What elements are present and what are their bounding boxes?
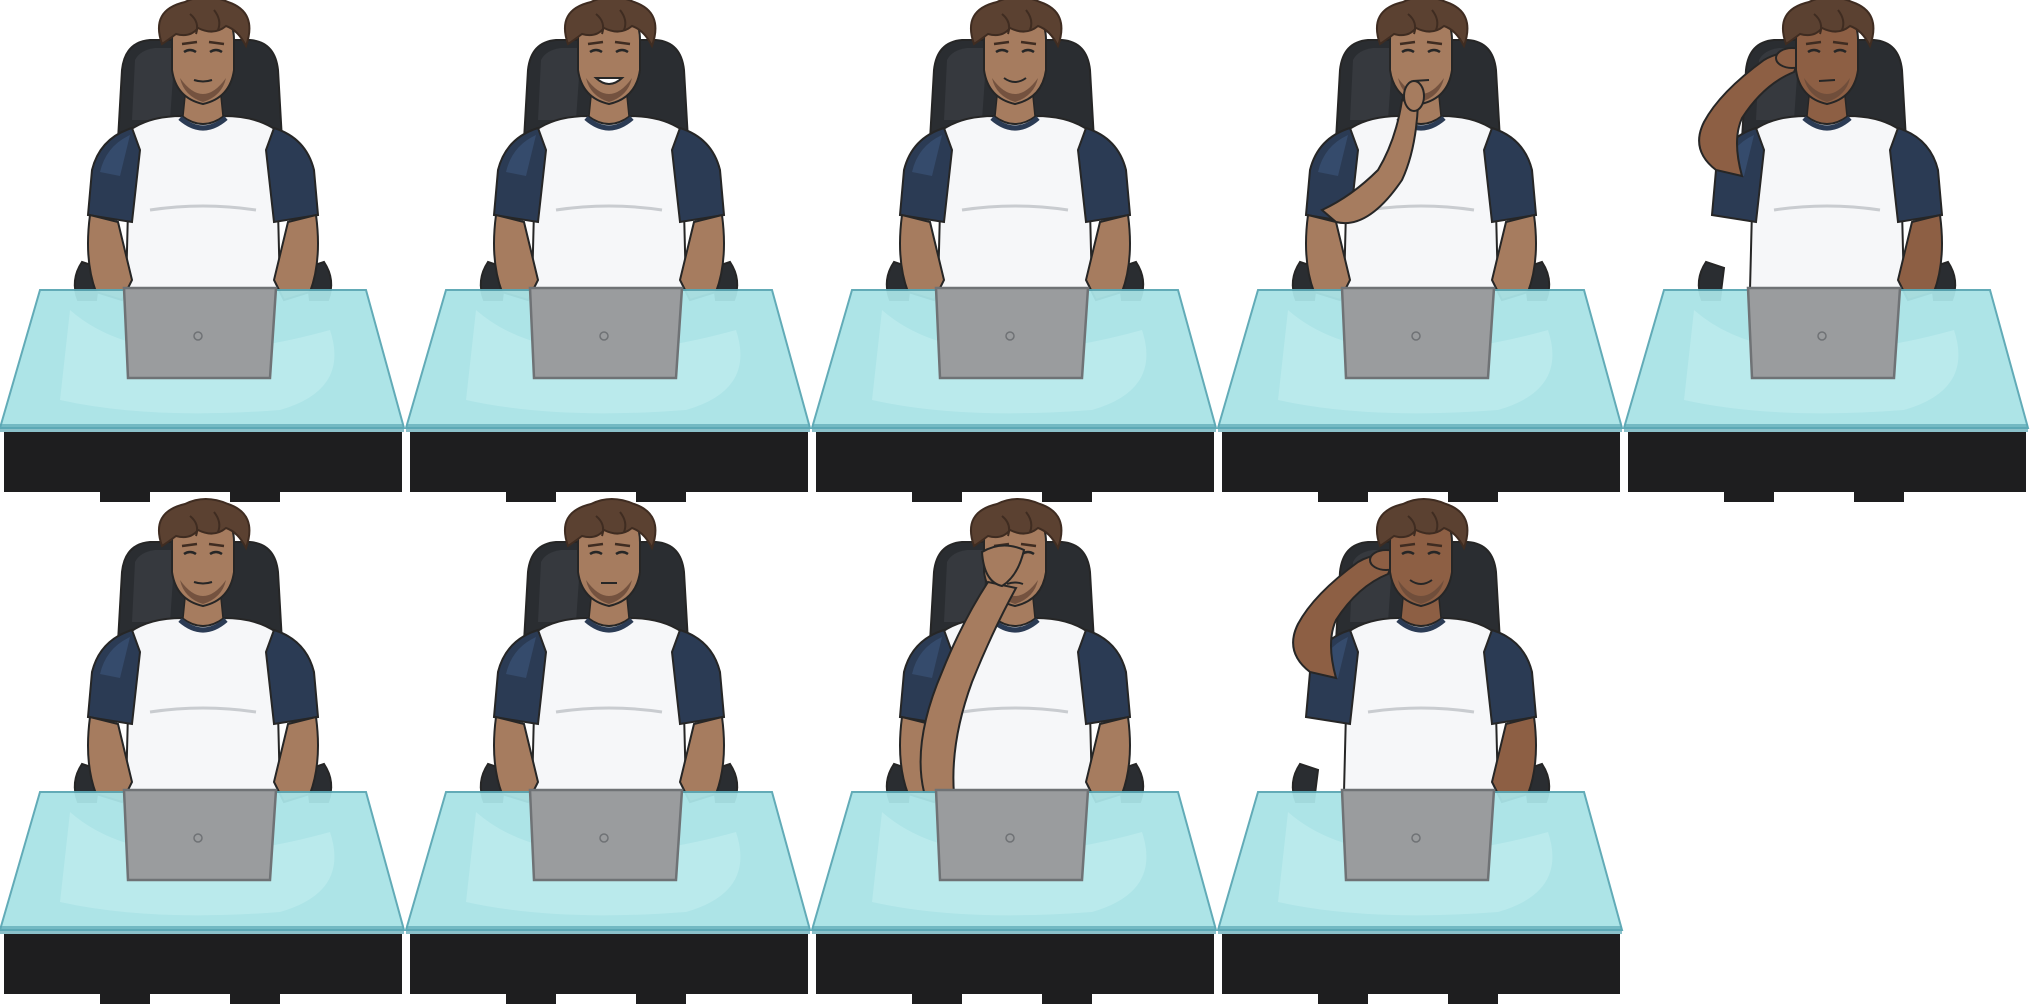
arm-right (1084, 213, 1131, 302)
sprite-figure-hand-to-forehead (1216, 498, 1624, 1004)
character-sprite-3 (810, 0, 1218, 502)
desk-leg-right (636, 992, 686, 1004)
shirt-body (124, 114, 282, 291)
desk-edge (812, 424, 1216, 432)
desk-edge (1624, 424, 2028, 432)
sprite-figure-hands-on-laptop (0, 0, 406, 502)
chair-highlight (1350, 48, 1393, 120)
chair-highlight (132, 48, 175, 120)
sprite-figure-hands-on-laptop (810, 0, 1218, 502)
desk-leg-right (1448, 490, 1498, 502)
arm-right (678, 715, 725, 804)
character-sprite-2 (404, 0, 812, 502)
sleeve-right (670, 126, 726, 224)
desk-edge (0, 926, 404, 934)
chair-highlight (944, 48, 987, 120)
desk-leg-left (1318, 490, 1368, 502)
desk-edge (406, 424, 810, 432)
desk-leg-left (912, 490, 962, 502)
chair-highlight (538, 48, 581, 120)
sleeve-right (1482, 126, 1538, 224)
desk-leg-left (1724, 490, 1774, 502)
sleeve-right (1076, 628, 1132, 726)
shirt-body (530, 114, 688, 291)
character-sprite-9 (1216, 498, 1624, 1004)
chair-highlight (132, 550, 175, 622)
shirt-body (124, 616, 282, 793)
shirt-body (530, 616, 688, 793)
mouth (1818, 79, 1836, 82)
arm-right (1084, 715, 1131, 804)
hand-on-chin (1403, 80, 1425, 112)
desk-base (816, 432, 1214, 492)
desk-leg-left (100, 992, 150, 1004)
arm-right (272, 715, 319, 804)
arm-right (1490, 213, 1537, 302)
desk-leg-left (1318, 992, 1368, 1004)
sleeve-right (264, 628, 320, 726)
desk-leg-left (506, 992, 556, 1004)
sprite-figure-hands-on-laptop (0, 498, 406, 1004)
desk-base (4, 432, 402, 492)
desk-edge (1218, 926, 1622, 934)
desk-base (1628, 432, 2026, 492)
desk-leg-right (230, 992, 280, 1004)
desk-edge (406, 926, 810, 934)
arm-right (678, 213, 725, 302)
desk-base (1222, 432, 1620, 492)
character-sprite-8 (810, 498, 1218, 1004)
chair-highlight (538, 550, 581, 622)
desk-base (410, 432, 808, 492)
arm-right (272, 213, 319, 302)
desk-edge (812, 926, 1216, 934)
desk-base (1222, 934, 1620, 994)
desk-leg-right (1448, 992, 1498, 1004)
desk-edge (1218, 424, 1622, 432)
character-sprite-4 (1216, 0, 1624, 502)
desk-leg-right (1042, 490, 1092, 502)
character-sprite-1 (0, 0, 406, 502)
sleeve-right (1076, 126, 1132, 224)
sleeve-left (86, 628, 142, 726)
sleeve-right (670, 628, 726, 726)
sprite-figure-hand-to-chin (1216, 0, 1624, 502)
desk-leg-right (1854, 490, 1904, 502)
sprite-figure-hand-to-forehead (1622, 0, 2030, 502)
sprite-figure-hands-on-laptop (404, 498, 812, 1004)
desk-leg-left (506, 490, 556, 502)
desk-leg-right (230, 490, 280, 502)
arm-right (1490, 715, 1537, 804)
sprite-figure-hands-on-laptop (404, 0, 812, 502)
sprite-figure-facepalm (810, 498, 1218, 1004)
shirt-body (936, 114, 1094, 291)
sleeve-left (492, 628, 548, 726)
sprite-sheet (0, 0, 2030, 1004)
sleeve-left (898, 126, 954, 224)
character-sprite-6 (0, 498, 406, 1004)
character-sprite-7 (404, 498, 812, 1004)
desk-base (4, 934, 402, 994)
desk-leg-right (1042, 992, 1092, 1004)
shirt-body (1748, 114, 1906, 291)
sleeve-left (86, 126, 142, 224)
desk-base (410, 934, 808, 994)
arm-right (1896, 213, 1943, 302)
desk-leg-left (100, 490, 150, 502)
sleeve-right (1482, 628, 1538, 726)
desk-base (816, 934, 1214, 994)
sleeve-left (492, 126, 548, 224)
desk-edge (0, 424, 404, 432)
desk-leg-right (636, 490, 686, 502)
shirt-body (1342, 616, 1500, 793)
sleeve-right (264, 126, 320, 224)
sleeve-right (1888, 126, 1944, 224)
character-sprite-5 (1622, 0, 2030, 502)
desk-leg-left (912, 992, 962, 1004)
